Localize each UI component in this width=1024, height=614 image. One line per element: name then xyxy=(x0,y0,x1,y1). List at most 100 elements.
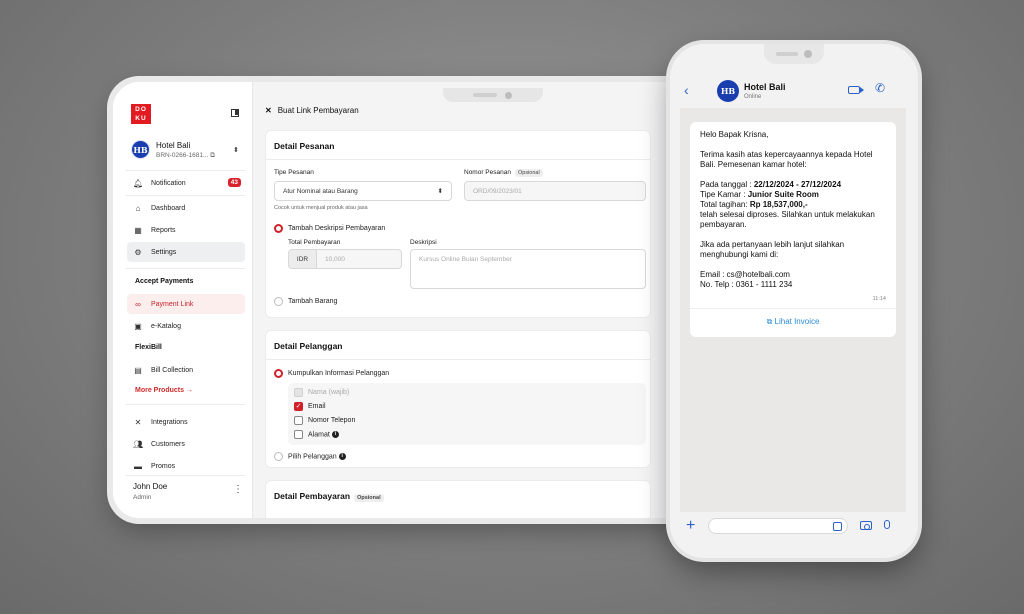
card-detail-pesanan: Detail Pesanan Tipe Pesanan Atur Nominal… xyxy=(265,130,651,318)
divider xyxy=(125,475,245,476)
optional-tag: Opsional xyxy=(354,494,384,502)
user-name: John Doe xyxy=(133,482,168,491)
checkbox-telepon[interactable] xyxy=(294,416,303,425)
sidebar-item-e-katalog[interactable]: ▣ e-Katalog xyxy=(127,316,245,336)
section-flexibill: FlexiBill xyxy=(135,344,162,351)
store-icon: ▣ xyxy=(134,321,142,331)
radio-tambah-deskripsi[interactable] xyxy=(274,224,283,233)
checkbox-nama xyxy=(294,388,303,397)
video-call-icon[interactable] xyxy=(848,86,864,94)
card-heading: Detail Pesanan xyxy=(274,141,335,151)
nomor-pesanan-input[interactable]: ORD/09/2023/01 xyxy=(464,181,646,201)
tipe-pesanan-hint: Cocok untuk menjual produk atau jasa xyxy=(274,205,368,211)
chat-name[interactable]: Hotel Bali xyxy=(744,82,786,92)
microphone-icon[interactable] xyxy=(884,520,890,529)
message-input[interactable] xyxy=(708,518,848,534)
users-icon: 👥︎ xyxy=(133,439,144,449)
sidebar-item-bill-collection[interactable]: ▤ Bill Collection xyxy=(127,360,245,380)
message-bubble: Helo Bapak Krisna, Terima kasih atas kep… xyxy=(690,122,896,337)
phone-notch xyxy=(764,44,824,64)
sidebar-item-label: Integrations xyxy=(151,418,188,426)
card-heading: Detail Pembayaran Opsional xyxy=(274,491,384,502)
chat-composer: + xyxy=(670,512,918,542)
radio-pilih-pelanggan-label: Pilih Pelanggan i xyxy=(288,453,346,460)
nomor-pesanan-label: Nomor Pesanan Opsional xyxy=(464,169,543,177)
chat-avatar[interactable]: HB xyxy=(717,80,739,102)
sidebar-item-dashboard[interactable]: ⌂ Dashboard xyxy=(127,198,245,218)
notification-badge: 43 xyxy=(227,178,241,187)
sidebar: DO KU HB Hotel Bali BRN-0266-1681... ⧉ ⬍ … xyxy=(113,82,253,518)
sidebar-collapse-icon[interactable] xyxy=(231,109,239,117)
message-paragraph: Jika ada pertanyaan lebih lanjut silahka… xyxy=(700,240,845,259)
info-icon[interactable]: i xyxy=(338,453,346,460)
chevron-updown-icon[interactable]: ⬍ xyxy=(233,146,239,154)
deskripsi-placeholder: Kursus Online Bulan September xyxy=(419,256,512,263)
sidebar-item-integrations[interactable]: ✕ Integrations xyxy=(127,412,245,432)
phone-call-icon[interactable]: ✆ xyxy=(875,81,885,95)
sidebar-item-promos[interactable]: ▬ Promos xyxy=(127,456,245,476)
sidebar-item-notification[interactable]: 🔔︎ Notification 43 xyxy=(127,173,245,193)
sidebar-item-label: e-Katalog xyxy=(151,322,181,330)
radio-kumpulkan-info-label: Kumpulkan Informasi Pelanggan xyxy=(288,370,390,377)
total-pembayaran-input[interactable]: IDR 10,000 xyxy=(288,249,402,269)
info-icon[interactable]: i xyxy=(331,431,339,438)
chat-header: ‹ HB Hotel Bali Online ✆ xyxy=(670,74,918,106)
checkbox-alamat[interactable] xyxy=(294,430,303,439)
camera-icon[interactable] xyxy=(860,521,872,530)
chat-area: Helo Bapak Krisna, Terima kasih atas kep… xyxy=(680,108,906,512)
tipe-pesanan-value: Atur Nominal atau Barang xyxy=(283,187,358,195)
divider xyxy=(125,170,245,171)
more-products-link[interactable]: More Products → xyxy=(135,387,193,394)
plus-icon[interactable]: + xyxy=(686,517,695,535)
sidebar-item-reports[interactable]: ▦ Reports xyxy=(127,220,245,240)
bill-icon: ▤ xyxy=(134,365,142,375)
doku-logo[interactable]: DO KU xyxy=(131,104,151,124)
bell-icon: 🔔︎ xyxy=(133,178,144,188)
tipe-pesanan-select[interactable]: Atur Nominal atau Barang ⬍ xyxy=(274,181,452,201)
sidebar-item-label: Promos xyxy=(151,462,176,470)
radio-tambah-barang[interactable] xyxy=(274,297,283,306)
settings-icon: ⚙ xyxy=(134,247,142,257)
sticker-icon[interactable] xyxy=(833,522,842,531)
sidebar-item-label: Customers xyxy=(151,440,185,448)
table-icon: ▦ xyxy=(134,225,142,235)
tablet-notch xyxy=(443,88,543,102)
user-role: Admin xyxy=(133,494,152,501)
radio-pilih-pelanggan[interactable] xyxy=(274,452,283,461)
lihat-invoice-button[interactable]: ⧉ Lihat Invoice xyxy=(700,309,886,331)
phone-frame: ‹ HB Hotel Bali Online ✆ Helo Bapak Kris… xyxy=(670,44,918,558)
checkbox-nama-label: Nama (wajib) xyxy=(308,389,350,396)
radio-kumpulkan-info[interactable] xyxy=(274,369,283,378)
sidebar-item-label: Bill Collection xyxy=(151,366,194,374)
home-icon: ⌂ xyxy=(135,203,141,213)
divider xyxy=(125,195,245,196)
divider xyxy=(125,404,245,405)
tipe-pesanan-label: Tipe Pesanan xyxy=(274,169,314,176)
total-pembayaran-label: Total Pembayaran xyxy=(288,239,341,246)
section-accept-payments: Accept Payments xyxy=(135,278,194,285)
close-icon[interactable]: ✕ xyxy=(265,106,272,115)
external-link-icon: ⧉ xyxy=(766,317,773,326)
divider xyxy=(125,268,245,269)
card-heading: Detail Pelanggan xyxy=(274,341,343,351)
sidebar-item-label: Notification xyxy=(151,179,186,187)
checkbox-email[interactable]: ✓ xyxy=(294,402,303,411)
amount-placeholder: 10,000 xyxy=(325,255,345,263)
deskripsi-textarea[interactable]: Kursus Online Bulan September xyxy=(410,249,646,289)
back-icon[interactable]: ‹ xyxy=(684,82,689,98)
user-menu-icon[interactable]: ⋮ xyxy=(233,484,243,495)
copy-icon[interactable]: ⧉ xyxy=(210,152,215,159)
sidebar-item-payment-link[interactable]: ∞ Payment Link xyxy=(127,294,245,314)
sidebar-item-settings[interactable]: ⚙ Settings xyxy=(127,242,245,262)
merchant-switcher[interactable]: HB Hotel Bali BRN-0266-1681... ⧉ ⬍ xyxy=(131,140,246,166)
tablet-frame: DO KU HB Hotel Bali BRN-0266-1681... ⧉ ⬍ … xyxy=(113,82,753,518)
link-icon: ∞ xyxy=(135,299,141,309)
sidebar-item-label: Payment Link xyxy=(151,300,194,308)
sidebar-item-customers[interactable]: 👥︎ Customers xyxy=(127,434,245,454)
card-detail-pelanggan: Detail Pelanggan Kumpulkan Informasi Pel… xyxy=(265,330,651,468)
radio-tambah-deskripsi-label: Tambah Deskripsi Pembayaran xyxy=(288,225,386,232)
optional-tag: Opsional xyxy=(514,169,543,177)
merchant-id: BRN-0266-1681... ⧉ xyxy=(156,152,215,159)
checkbox-email-label: Email xyxy=(308,403,326,410)
deskripsi-label: Deskripsi xyxy=(410,239,437,246)
